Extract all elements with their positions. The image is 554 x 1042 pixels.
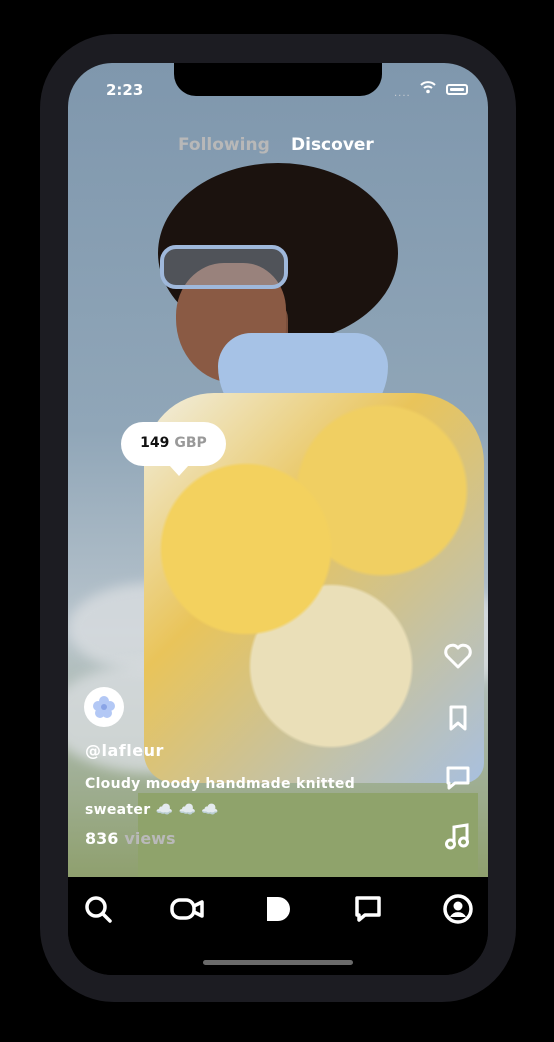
wifi-icon xyxy=(420,79,436,95)
post-caption: Cloudy moody handmade knitted sweater ☁️… xyxy=(85,776,356,818)
messages-icon[interactable] xyxy=(352,893,384,925)
search-icon[interactable] xyxy=(82,893,114,925)
price-tag[interactable]: 149 GBP xyxy=(121,422,226,476)
battery-icon xyxy=(446,84,468,95)
status-bar: 2:23 .... xyxy=(68,63,488,109)
flower-icon xyxy=(92,695,116,719)
views-number: 836 xyxy=(85,829,119,848)
avatar[interactable] xyxy=(84,687,124,727)
bottom-nav xyxy=(68,877,488,975)
screen: 2:23 .... Following Discover 149 GBP @laf… xyxy=(68,63,488,975)
tab-discover[interactable]: Discover xyxy=(291,135,374,155)
feed-tabs: Following Discover xyxy=(178,135,398,159)
bookmark-icon[interactable] xyxy=(443,703,473,733)
signal-indicator: .... xyxy=(394,88,411,99)
profile-icon[interactable] xyxy=(442,893,474,925)
status-time: 2:23 xyxy=(106,81,144,99)
price-amount: 149 xyxy=(140,435,170,451)
tab-following[interactable]: Following xyxy=(178,135,270,155)
play-icon[interactable] xyxy=(262,893,294,925)
price-currency: GBP xyxy=(174,435,207,451)
username[interactable]: @lafleur xyxy=(85,741,164,760)
music-note-icon[interactable] xyxy=(443,821,473,851)
views-label: views xyxy=(124,829,176,848)
view-count: 836 views xyxy=(85,829,175,848)
comment-icon[interactable] xyxy=(443,763,473,793)
home-indicator[interactable] xyxy=(203,960,353,965)
video-camera-icon[interactable] xyxy=(170,893,204,925)
notch xyxy=(174,63,382,96)
heart-icon[interactable] xyxy=(443,641,473,671)
